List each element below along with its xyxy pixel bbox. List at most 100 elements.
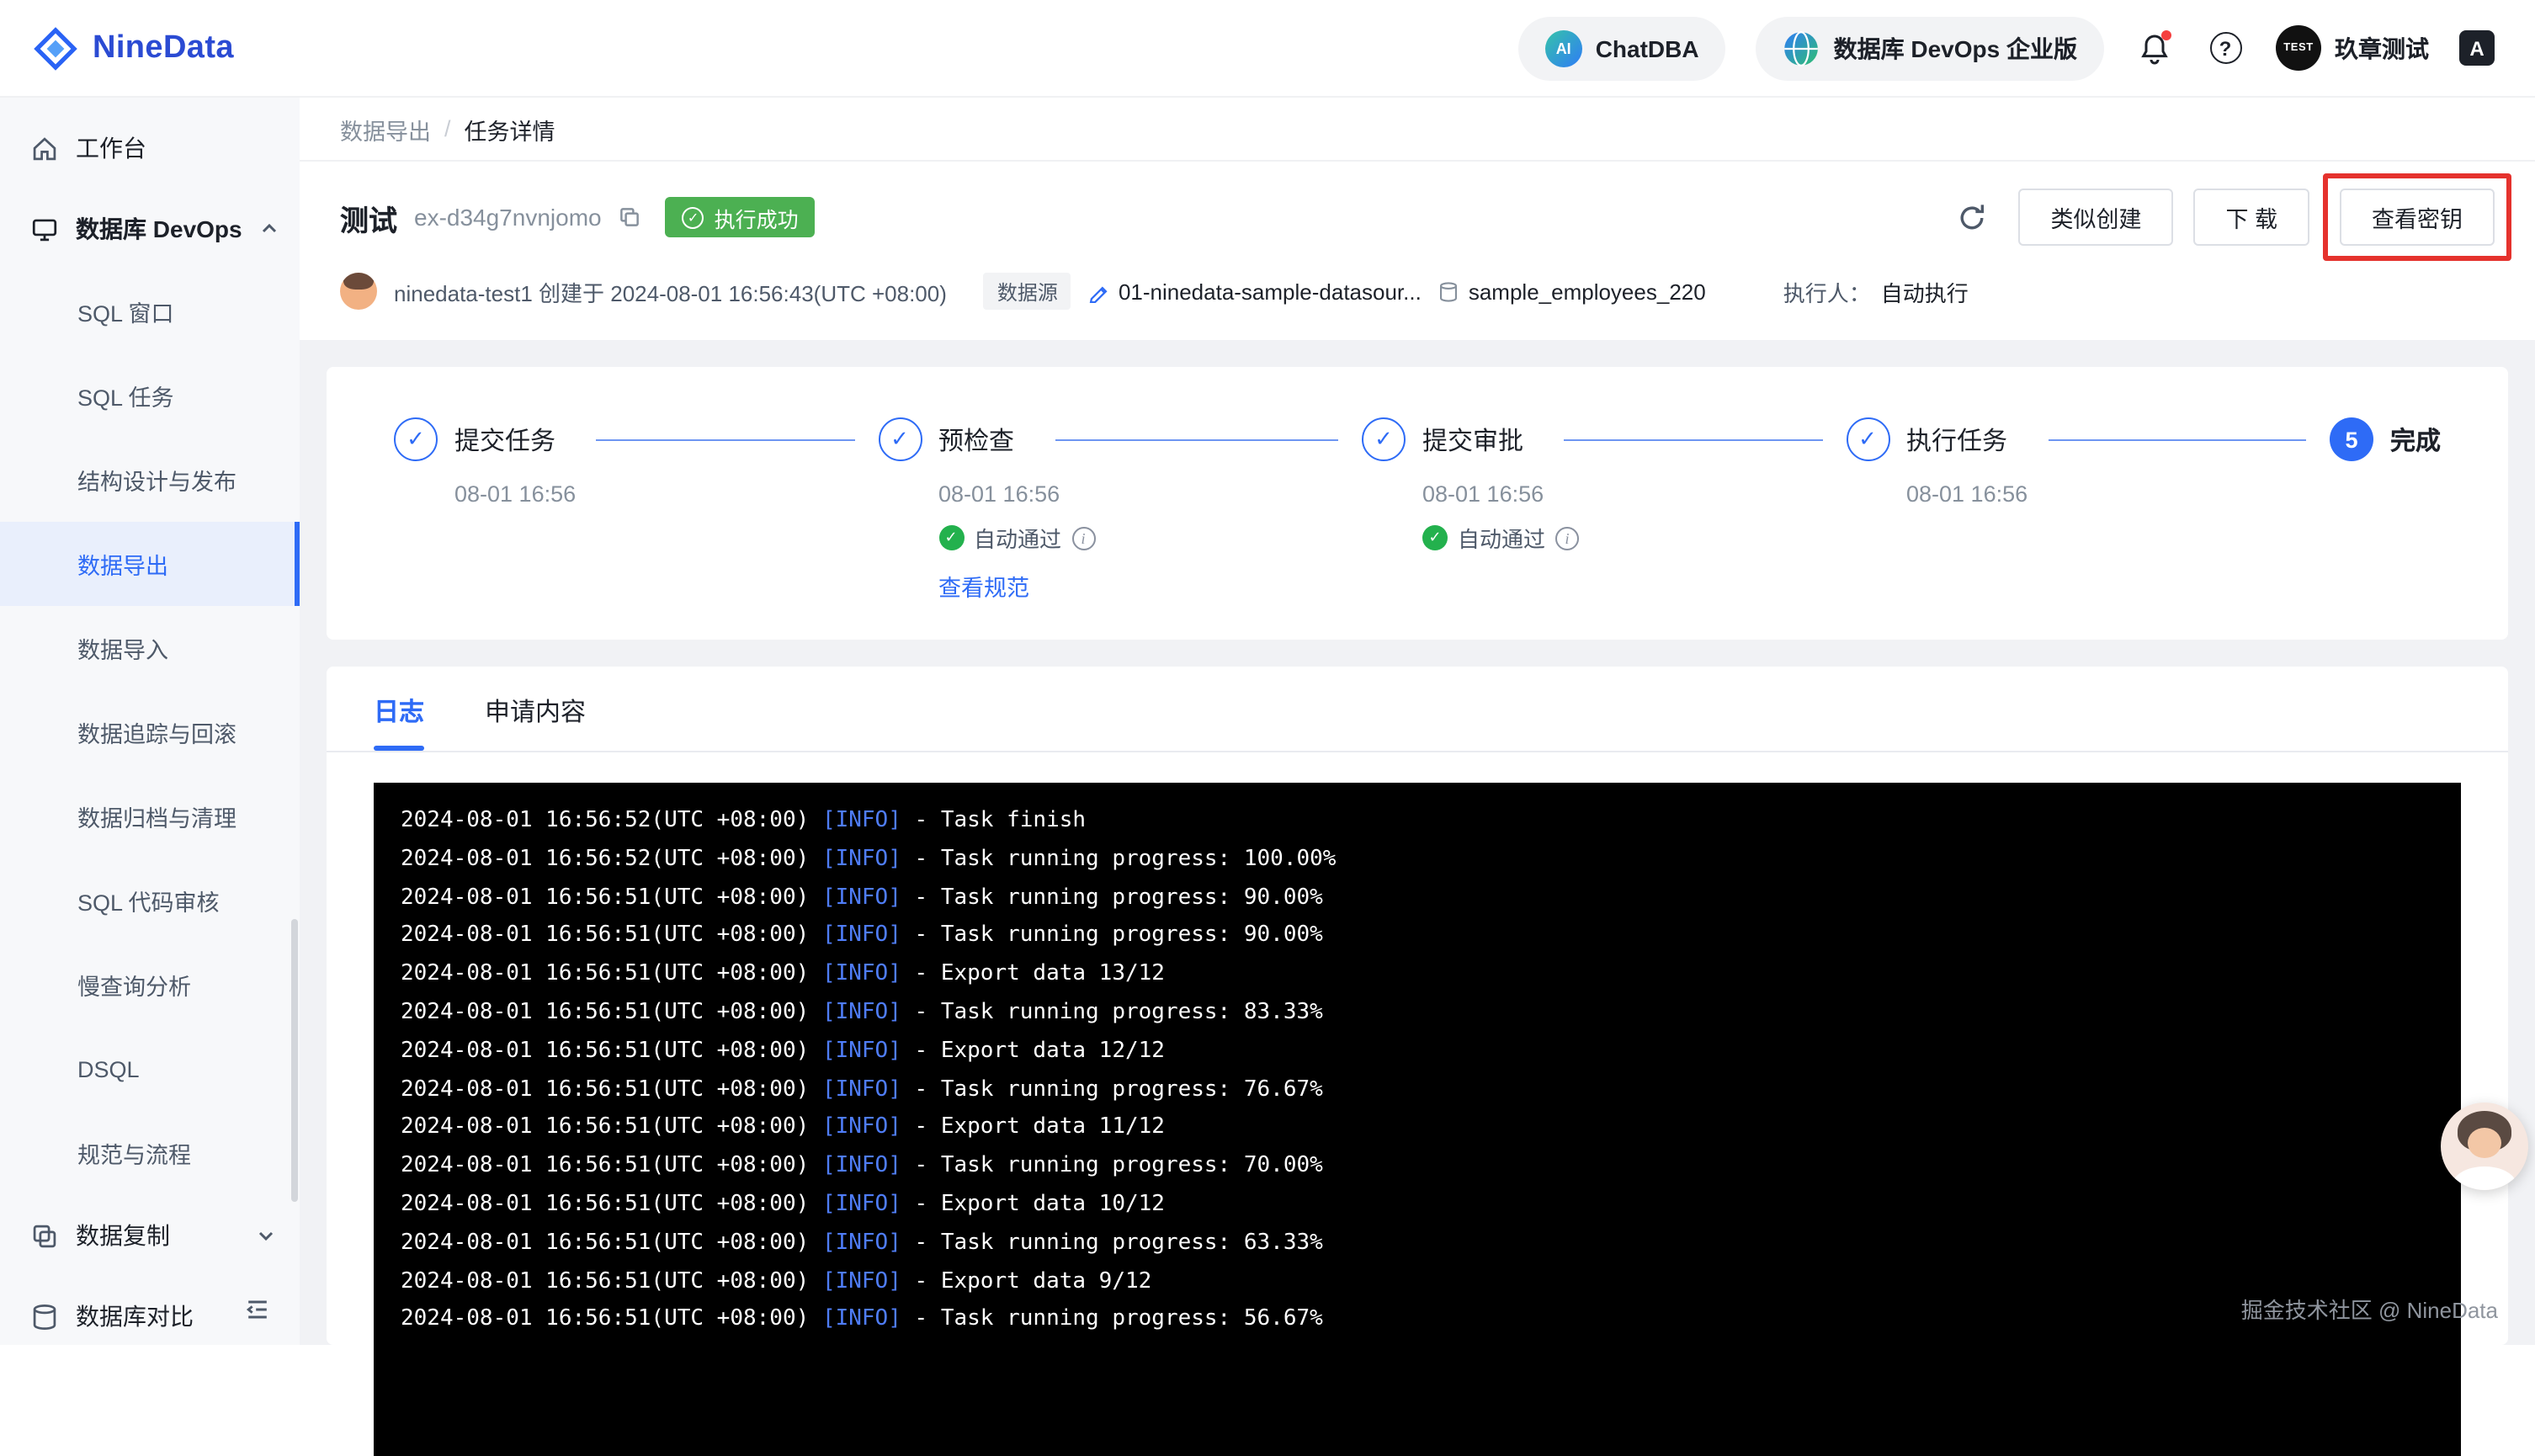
sidebar-scrollbar[interactable] [291,919,298,1202]
sidebar-item-slow-query[interactable]: 慢查询分析 [0,943,300,1027]
sidebar-item-data-archive[interactable]: 数据归档与清理 [0,774,300,858]
log-time: 2024-08-01 16:56:51(UTC +08:00) [401,1076,809,1102]
chatdba-label: ChatDBA [1596,35,1699,61]
log-time: 2024-08-01 16:56:51(UTC +08:00) [401,1192,809,1217]
auto-pass-row: ✓ 自动通过 i [938,522,1095,554]
creator-line: ninedata-test1 创建于 2024-08-01 16:56:43(U… [394,275,947,307]
breadcrumb-separator: / [444,116,451,141]
sidebar-item-sql-task[interactable]: SQL 任务 [0,353,300,438]
edition-button[interactable]: 数据库 DevOps 企业版 [1756,16,2104,80]
sidebar-item-sql-window[interactable]: SQL 窗口 [0,269,300,353]
log-level: [INFO] [822,1000,901,1025]
log-level: [INFO] [822,808,901,833]
log-level: [INFO] [822,1076,901,1102]
log-time: 2024-08-01 16:56:52(UTC +08:00) [401,847,809,872]
sidebar-sub-list: SQL 窗口 SQL 任务 结构设计与发布 数据导出 数据导入 数据追踪与回滚 … [0,269,300,1195]
user-avatar-badge: TEST [2276,25,2321,71]
log-line: 2024-08-01 16:56:51(UTC +08:00) [INFO] -… [401,995,2461,1034]
check-glyph: ✓ [890,426,909,453]
log-time: 2024-08-01 16:56:51(UTC +08:00) [401,1268,809,1294]
step-label: 完成 [2390,422,2441,457]
step-number: 5 [2330,417,2373,461]
home-icon [30,134,59,162]
refresh-icon [1955,201,1987,233]
sidebar-item-sql-review[interactable]: SQL 代码审核 [0,858,300,943]
log-message: - Task running progress: 100.00% [915,847,1337,872]
log-time: 2024-08-01 16:56:51(UTC +08:00) [401,1153,809,1178]
sidebar-item-workbench[interactable]: 工作台 [0,108,300,189]
info-icon[interactable]: i [1071,526,1095,550]
log-message: - Task running progress: 90.00% [915,885,1323,910]
sidebar-item-data-track-rollback[interactable]: 数据追踪与回滚 [0,690,300,774]
sidebar-item-data-export[interactable]: 数据导出 [0,522,300,606]
translate-icon[interactable]: A [2459,30,2495,66]
auto-pass-text: 自动通过 [974,522,1061,554]
copy-icon [619,205,642,229]
step-time: 08-01 16:56 [1422,481,1544,507]
task-header: 测试 ex-d34g7nvnjomo ✓ 执行成功 [300,162,2535,340]
chevron-down-icon [256,1225,276,1246]
user-name: 玖章测试 [2335,31,2429,65]
steps: ✓ 提交任务 08-01 16:56 ✓ 预检查 [394,417,2441,603]
log-time: 2024-08-01 16:56:51(UTC +08:00) [401,923,809,949]
brand[interactable]: NineData [34,26,234,70]
step-precheck: ✓ 预检查 08-01 16:56 ✓ 自动通过 i [878,417,1362,603]
datasource-tag: 数据源 [984,273,1071,310]
log-message: - Task finish [915,808,1087,833]
assistant-avatar[interactable] [2441,1103,2528,1190]
user-menu[interactable]: TEST 玖章测试 [2276,25,2429,71]
log-time: 2024-08-01 16:56:51(UTC +08:00) [401,1307,809,1332]
datasource-icon [1088,280,1110,302]
sidebar-group-data-replication[interactable]: 数据复制 [0,1195,300,1276]
log-time: 2024-08-01 16:56:51(UTC +08:00) [401,1039,809,1064]
tab-log[interactable]: 日志 [374,693,424,751]
help-icon: ? [2209,32,2241,64]
log-level: [INFO] [822,885,901,910]
monitor-icon [30,215,59,243]
log-line: 2024-08-01 16:56:52(UTC +08:00) [INFO] -… [401,842,2461,880]
log-line: 2024-08-01 16:56:51(UTC +08:00) [INFO] -… [401,1225,2461,1264]
chatdba-button[interactable]: AI ChatDBA [1518,16,1726,80]
sidebar-item-data-import[interactable]: 数据导入 [0,606,300,690]
sidebar-group-devops[interactable]: 数据库 DevOps [0,189,300,269]
log-console[interactable]: 2024-08-01 16:56:52(UTC +08:00) [INFO] -… [374,783,2461,1456]
tab-request-content[interactable]: 申请内容 [485,693,586,751]
sidebar-item-dsql[interactable]: DSQL [0,1027,300,1111]
sidebar-item-schema-design[interactable]: 结构设计与发布 [0,438,300,522]
brand-name: NineData [93,29,234,66]
layout: 工作台 数据库 DevOps SQL 窗口 SQL 任务 结构设计与发布 数据导… [0,98,2535,1345]
log-line: 2024-08-01 16:56:52(UTC +08:00) [INFO] -… [401,803,2461,842]
executor-value: 自动执行 [1881,275,1969,307]
notification-dot [2161,29,2171,40]
step-label: 执行任务 [1906,422,2007,457]
database-name[interactable]: sample_employees_220 [1438,279,1706,304]
copy-task-id-button[interactable] [619,205,642,229]
step-check-icon: ✓ [1362,417,1406,461]
view-key-annotation: 查看密钥 [2340,189,2495,246]
breadcrumb-parent[interactable]: 数据导出 [340,112,431,146]
datasource-name[interactable]: 01-ninedata-sample-datasour... [1088,279,1422,304]
steps-card: ✓ 提交任务 08-01 16:56 ✓ 预检查 [327,367,2508,640]
notification-bell-icon[interactable] [2134,28,2175,68]
help-button[interactable]: ? [2205,28,2245,68]
log-time: 2024-08-01 16:56:51(UTC +08:00) [401,1230,809,1256]
step-label: 预检查 [938,422,1014,457]
creator-avatar [340,273,377,310]
task-name: 测试 [340,196,397,238]
log-message: - Export data 10/12 [915,1192,1165,1217]
refresh-button[interactable] [1944,190,1998,244]
task-id: ex-d34g7nvnjomo [414,204,602,231]
view-spec-link[interactable]: 查看规范 [938,569,1029,603]
check-glyph: ✓ [407,426,425,453]
sidebar-item-label: 工作台 [76,131,146,165]
step-submit-task: ✓ 提交任务 08-01 16:56 [394,417,878,507]
log-time: 2024-08-01 16:56:51(UTC +08:00) [401,961,809,986]
download-button[interactable]: 下 载 [2193,189,2309,246]
sidebar-item-spec-flow[interactable]: 规范与流程 [0,1111,300,1195]
info-icon[interactable]: i [1555,526,1579,550]
collapse-sidebar-button[interactable] [232,1284,283,1335]
log-line: 2024-08-01 16:56:51(UTC +08:00) [INFO] -… [401,1071,2461,1110]
similar-create-button[interactable]: 类似创建 [2018,189,2173,246]
main: 数据导出 / 任务详情 测试 ex-d34g7nvnjomo [300,98,2535,1345]
view-key-button[interactable]: 查看密钥 [2340,189,2495,246]
